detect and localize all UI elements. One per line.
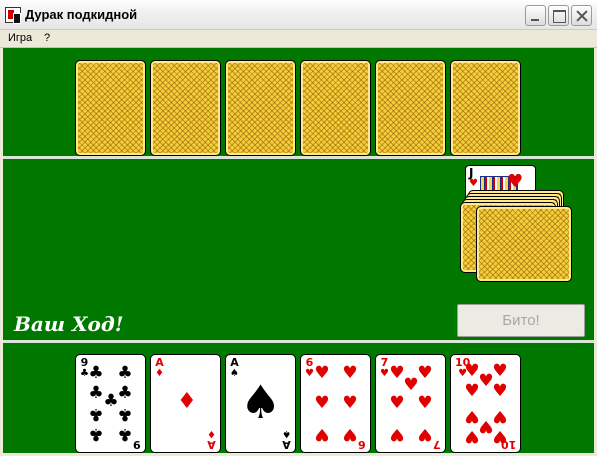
table-divider-bottom [3, 340, 594, 343]
heart-icon: ♥ [314, 363, 330, 383]
opponent-card-back [300, 60, 371, 156]
opponent-card-back [225, 60, 296, 156]
maximize-button[interactable] [548, 5, 569, 26]
menu-bar: Игра ? [0, 30, 597, 48]
club-icon: ♣ [88, 424, 104, 444]
hand-card-a-diamonds[interactable]: A ♦ ♦ A ♦ [150, 354, 221, 453]
menu-game[interactable]: Игра [8, 32, 32, 44]
close-button[interactable] [571, 5, 592, 26]
club-icon: ♣ [88, 404, 104, 424]
opponent-card-back [375, 60, 446, 156]
diamond-icon: ♦ [155, 368, 164, 379]
diamond-icon: ♦ [207, 428, 216, 439]
minimize-button[interactable] [525, 5, 546, 26]
card-rank: 10 [500, 438, 516, 451]
card-rank: 7 [433, 438, 441, 451]
heart-icon: ♥ [403, 375, 419, 395]
table-divider-top [3, 156, 594, 159]
hand-card-6-hearts[interactable]: 6 ♥ ♥ ♥ ♥ ♥ ♥ ♥ 6 [300, 354, 371, 453]
opponent-card-back [150, 60, 221, 156]
bito-button[interactable]: Бито! [457, 304, 585, 337]
heart-icon: ♥ [314, 424, 330, 444]
turn-status-text: Ваш Ход! [14, 312, 124, 336]
hand-card-9-clubs[interactable]: 9 ♣ ♣ ♣ ♣ ♣ ♣ ♣ ♣ ♣ ♣ 9 [75, 354, 146, 453]
spade-icon: ♠ [282, 428, 291, 439]
heart-icon: ♥ [389, 424, 405, 444]
club-icon: ♣ [88, 363, 104, 383]
heart-icon: ♥ [492, 381, 508, 401]
heart-icon: ♥ [464, 426, 480, 446]
title-bar[interactable]: Дурак подкидной [0, 0, 597, 30]
heart-icon: ♥ [342, 424, 358, 444]
card-rank: A [207, 438, 216, 451]
opponent-card-back [450, 60, 521, 156]
club-icon: ♣ [117, 363, 133, 383]
trump-card-suit: ♥ [469, 178, 478, 189]
deck-stack [476, 206, 572, 282]
card-rank: A [282, 438, 291, 451]
menu-help[interactable]: ? [44, 32, 50, 44]
heart-icon: ♥ [417, 393, 433, 413]
heart-icon: ♥ [342, 393, 358, 413]
card-rank: 6 [358, 438, 366, 451]
diamond-icon: ♦ [177, 389, 197, 414]
game-window: Дурак подкидной Игра ? J ♥ ♥ Ваш Ход! Би… [0, 0, 597, 456]
heart-icon: ♥ [464, 381, 480, 401]
hand-card-a-spades[interactable]: A ♠ ♠ A ♠ [225, 354, 296, 453]
opponent-card-back [75, 60, 146, 156]
spade-icon: ♠ [240, 375, 282, 429]
spade-icon: ♠ [230, 368, 239, 379]
window-title: Дурак подкидной [25, 7, 138, 22]
cards-app-icon [5, 7, 21, 24]
hand-card-10-hearts[interactable]: 10 ♥ ♥ ♥ ♥ ♥ ♥ ♥ ♥ ♥ ♥ ♥ 10 [450, 354, 521, 453]
heart-icon: ♥ [342, 363, 358, 383]
club-icon: ♣ [117, 424, 133, 444]
club-icon: ♣ [117, 404, 133, 424]
heart-icon: ♥ [314, 393, 330, 413]
card-rank: 9 [133, 438, 141, 451]
trump-heart-icon: ♥ [507, 171, 524, 192]
hand-card-7-hearts[interactable]: 7 ♥ ♥ ♥ ♥ ♥ ♥ ♥ ♥ 7 [375, 354, 446, 453]
heart-icon: ♥ [389, 393, 405, 413]
heart-icon: ♥ [417, 424, 433, 444]
